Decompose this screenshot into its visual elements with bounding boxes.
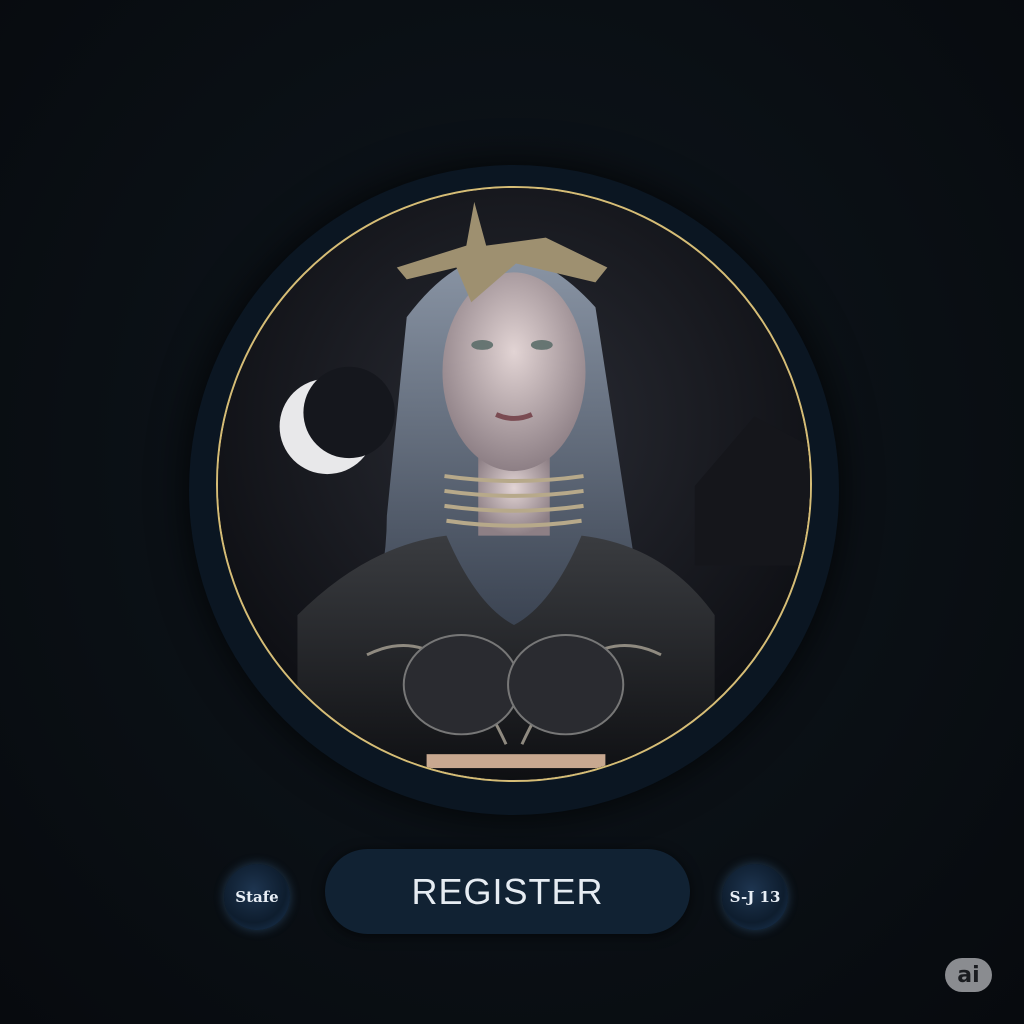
register-button[interactable]: REGISTER bbox=[325, 849, 690, 934]
right-round-button-label: S-J 13 bbox=[729, 888, 781, 906]
portrait-avatar bbox=[216, 186, 812, 782]
left-round-button-label: Stafe bbox=[235, 888, 279, 906]
right-round-button[interactable]: S-J 13 bbox=[722, 864, 788, 930]
portrait-image bbox=[218, 188, 810, 780]
left-round-button[interactable]: Stafe bbox=[224, 864, 290, 930]
ai-badge: ai bbox=[945, 958, 992, 992]
